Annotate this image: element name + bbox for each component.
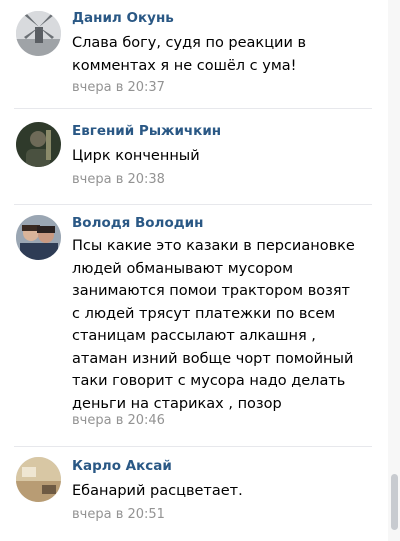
comment-author[interactable]: Данил Окунь [72,10,174,26]
avatar[interactable] [16,11,61,56]
comment-item: Евгений Рыжичкин Цирк конченный вчера в … [0,108,388,204]
comment-text-line: с людей трясут платежки по всем [72,305,336,322]
comment-time[interactable]: вчера в 20:37 [72,80,165,95]
comment-text: Цирк конченный [72,145,382,168]
avatar[interactable] [16,457,61,502]
comment-time[interactable]: вчера в 20:38 [72,172,165,187]
comment-item: Карло Аксай Ебанарий расцветает. вчера в… [0,446,388,541]
comment-item: Володя Володин Псы какие это казаки в пе… [0,204,388,446]
comment-text: Ебанарий расцветает. [72,480,382,503]
windmill-avatar [16,11,61,56]
comment-item: Данил Окунь Слава богу, судя по реакции … [0,0,388,108]
comment-text: Слава богу, судя по реакции в комментах … [72,32,382,77]
comment-text-line: Псы какие это казаки в персиановке [72,238,355,254]
dark-portrait-avatar [16,122,61,167]
comment-author[interactable]: Евгений Рыжичкин [72,123,221,139]
comment-text-line: Цирк конченный [72,148,200,164]
comment-text-line: таки говорит с мусора надо делать [72,373,346,389]
comment-text-line: Слава богу, судя по реакции в [72,35,307,51]
comment-time[interactable]: вчера в 20:46 [72,413,165,428]
comment-author[interactable]: Володя Володин [72,215,203,231]
comment-text: Псы какие это казаки в персиановке людей… [72,235,382,415]
avatar[interactable] [16,215,61,260]
two-people-avatar [16,215,61,260]
comment-text-line: занимаются помои трактором возят [72,283,351,299]
comment-text-line: станицам рассылают алкашня , [72,328,316,344]
comment-text-line: атаман изний вобще чорт помойный [72,350,354,367]
scrollbar-track[interactable] [388,0,400,541]
scrollbar-thumb[interactable] [391,474,398,530]
comment-text-line: Ебанарий расцветает. [72,483,243,499]
avatar[interactable] [16,122,61,167]
comment-text-line: людей обманывают мусором [72,260,294,277]
comment-feed: Данил Окунь Слава богу, судя по реакции … [0,0,400,541]
comment-author[interactable]: Карло Аксай [72,458,172,474]
room-avatar [16,457,61,502]
comment-text-line: деньги на стариках , позор [72,395,282,412]
comment-text-line: комментах я не сошёл с ума! [72,57,297,74]
comment-time[interactable]: вчера в 20:51 [72,507,165,522]
